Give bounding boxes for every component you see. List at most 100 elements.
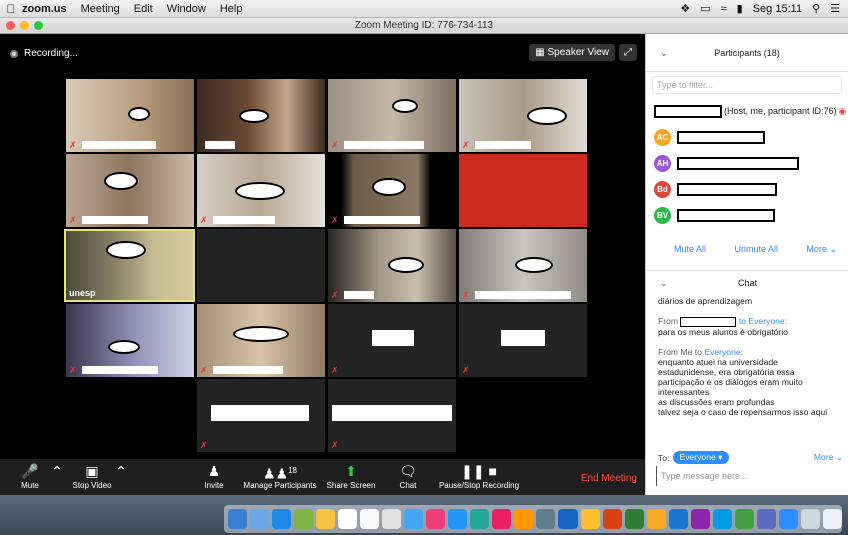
menu-meeting[interactable]: Meeting	[81, 3, 120, 15]
participant-row-host[interactable]: (Host, me, participant ID:76) ◉	[646, 98, 848, 124]
app-store-icon[interactable]	[536, 509, 556, 529]
chat-message-input[interactable]: Type message here...	[656, 466, 844, 486]
photos-icon[interactable]	[426, 509, 446, 529]
chrome-icon[interactable]	[580, 509, 600, 529]
chat-message-header: From to Everyone:	[658, 316, 843, 327]
minimize-window-button[interactable]	[20, 21, 29, 30]
menu-app-name[interactable]: zoom.us	[22, 3, 67, 15]
name-redaction	[82, 141, 156, 149]
video-tile[interactable]: ✗	[459, 304, 587, 377]
participant-row[interactable]: Bd	[646, 176, 848, 202]
menu-window[interactable]: Window	[167, 3, 206, 15]
video-options-chevron[interactable]: ⌃	[114, 461, 128, 481]
meeting-toolbar: 🎤 Mute ⌃ ▣ Stop Video ⌃ ♟ Invite ♟♟18 Ma…	[0, 459, 645, 495]
menu-help[interactable]: Help	[220, 3, 243, 15]
video-tile[interactable]: ✗	[197, 379, 325, 452]
chat-more-button[interactable]: More ⌄	[814, 452, 843, 463]
chat-message: diários de aprendizagem	[658, 296, 753, 306]
video-tile[interactable]: ✗	[328, 79, 456, 152]
name-redaction	[475, 141, 531, 149]
chevron-up-icon: ⌃	[51, 463, 63, 479]
textedit-icon[interactable]	[382, 509, 402, 529]
video-tile-active-speaker[interactable]: unesp	[64, 229, 195, 302]
manage-participants-button[interactable]: ♟♟18 Manage Participants	[238, 461, 322, 490]
collapse-participants-chevron-icon[interactable]: ⌄	[660, 34, 668, 72]
powerpoint-icon[interactable]	[602, 509, 622, 529]
app-icon[interactable]	[690, 509, 710, 529]
notification-center-icon[interactable]: ☰	[830, 2, 840, 15]
video-tile[interactable]	[197, 229, 325, 302]
video-tile[interactable]: ✗	[66, 79, 194, 152]
participant-filter-input[interactable]: Type to filter...	[652, 76, 842, 94]
participant-row[interactable]: AH	[646, 150, 848, 176]
stop-video-button[interactable]: ▣ Stop Video	[66, 461, 118, 490]
participants-more-button[interactable]: More ⌄	[806, 244, 837, 255]
recipient-dropdown[interactable]: Everyone ▾	[673, 451, 729, 464]
finder-icon[interactable]	[228, 509, 248, 529]
facetime-icon[interactable]	[470, 509, 490, 529]
audio-options-chevron[interactable]: ⌃	[50, 461, 64, 481]
battery-icon[interactable]: ▮	[737, 2, 743, 15]
invite-button[interactable]: ♟ Invite	[196, 461, 232, 490]
speaker-view-button[interactable]: ▦ Speaker View	[529, 44, 615, 61]
maps-icon[interactable]	[294, 509, 314, 529]
preview-icon[interactable]	[404, 509, 424, 529]
video-tile[interactable]	[459, 154, 587, 227]
pause-stop-recording-button[interactable]: ❚❚ ■ Pause/Stop Recording	[436, 461, 522, 490]
video-tile[interactable]: ✗	[328, 229, 456, 302]
chat-button[interactable]: 🗨 Chat	[392, 461, 424, 490]
downloads-icon[interactable]	[800, 509, 820, 529]
unmute-all-button[interactable]: Unmute All	[734, 244, 778, 255]
excel-icon[interactable]	[624, 509, 644, 529]
apple-icon[interactable]: 	[0, 2, 22, 16]
itunes-icon[interactable]	[492, 509, 512, 529]
name-redaction	[205, 141, 235, 149]
share-screen-button[interactable]: ⬆ Share Screen	[324, 461, 378, 490]
wifi-icon[interactable]: ≈	[721, 3, 727, 15]
calendar-icon[interactable]	[338, 509, 358, 529]
video-tile[interactable]: ✗	[197, 154, 325, 227]
video-tile[interactable]: ✗	[66, 304, 194, 377]
collapse-chat-chevron-icon[interactable]: ⌄	[660, 271, 668, 295]
mute-button[interactable]: 🎤 Mute	[14, 461, 46, 490]
app-icon[interactable]	[646, 509, 666, 529]
video-tile[interactable]: ✗	[459, 79, 587, 152]
participant-row[interactable]: BV	[646, 202, 848, 228]
app-icon[interactable]	[712, 509, 732, 529]
app-icon[interactable]	[756, 509, 776, 529]
zoom-window-button[interactable]	[34, 21, 43, 30]
video-tile[interactable]: ✗	[197, 304, 325, 377]
name-redaction	[213, 366, 283, 374]
airplay-icon[interactable]: ▭	[700, 2, 710, 15]
video-tile[interactable]	[197, 79, 325, 152]
app-icon[interactable]	[734, 509, 754, 529]
video-tile[interactable]: ✗	[328, 154, 456, 227]
spotlight-icon[interactable]: ⚲	[812, 2, 820, 15]
ibooks-icon[interactable]	[514, 509, 534, 529]
video-tile[interactable]: ✗	[328, 379, 456, 452]
close-window-button[interactable]	[6, 21, 15, 30]
avatar: Bd	[654, 180, 671, 198]
menu-edit[interactable]: Edit	[134, 3, 153, 15]
zoom-icon[interactable]	[778, 509, 798, 529]
launchpad-icon[interactable]	[250, 509, 270, 529]
clock[interactable]: Seg 15:11	[753, 3, 802, 15]
dropbox-icon[interactable]: ❖	[680, 2, 690, 15]
safari-icon[interactable]	[272, 509, 292, 529]
word-icon[interactable]	[558, 509, 578, 529]
more-label: More	[813, 452, 834, 462]
end-meeting-button[interactable]: End Meeting	[581, 473, 637, 484]
messages-icon[interactable]	[448, 509, 468, 529]
video-tile[interactable]: ✗	[459, 229, 587, 302]
muted-mic-icon: ✗	[331, 215, 339, 225]
reminders-icon[interactable]	[360, 509, 380, 529]
video-tile[interactable]: ✗	[328, 304, 456, 377]
participant-row[interactable]: AC	[646, 124, 848, 150]
app-icon[interactable]	[668, 509, 688, 529]
fullscreen-icon[interactable]: ⤢	[619, 44, 637, 61]
trash-icon[interactable]	[822, 509, 842, 529]
chat-message-line: enquanto atuei na universidade	[658, 356, 778, 367]
mute-all-button[interactable]: Mute All	[674, 244, 706, 255]
video-tile[interactable]: ✗	[66, 154, 194, 227]
notes-icon[interactable]	[316, 509, 336, 529]
